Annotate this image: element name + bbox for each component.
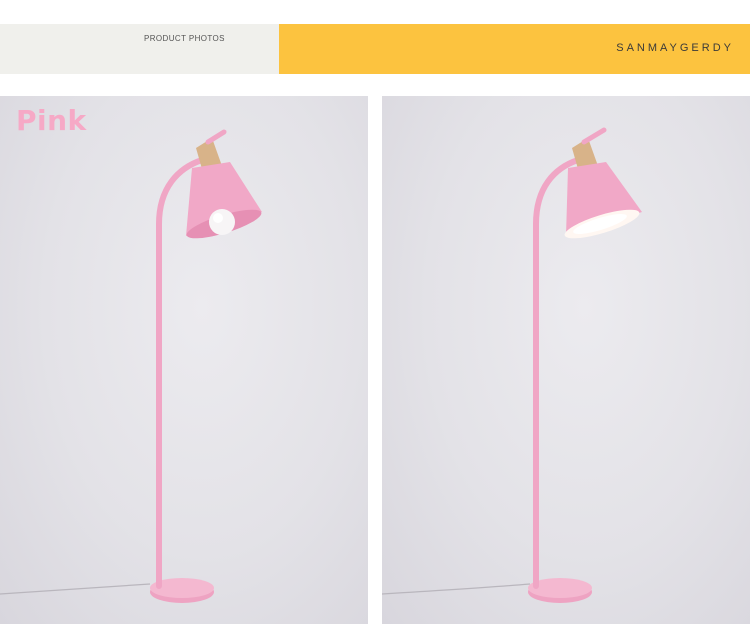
color-label: Pink bbox=[16, 104, 87, 137]
lamp-illustration-right bbox=[382, 127, 642, 603]
lamp-illustration-left bbox=[0, 129, 262, 603]
header-banner: PRODUCT PHOTOS SANMAYGERDY bbox=[0, 24, 750, 74]
product-photo-pink: Pink bbox=[0, 96, 368, 624]
brand-panel: SANMAYGERDY bbox=[279, 24, 750, 74]
section-title: PRODUCT PHOTOS bbox=[144, 34, 225, 43]
product-photos-panel: PRODUCT PHOTOS bbox=[0, 24, 279, 74]
brand-name: SANMAYGERDY bbox=[616, 42, 734, 54]
product-photo-pink-lit bbox=[382, 96, 750, 624]
